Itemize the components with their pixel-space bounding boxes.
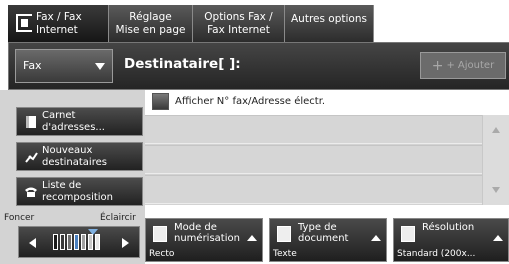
scan-mode-value: Recto xyxy=(149,249,175,259)
resolution-icon xyxy=(401,226,415,242)
list-scrollbar[interactable] xyxy=(482,115,509,205)
scroll-up-icon[interactable] xyxy=(492,127,500,133)
density-control xyxy=(18,226,140,258)
tab-label-line2: Internet xyxy=(36,24,78,36)
address-book-label-line1: Carnet xyxy=(42,109,76,121)
chevron-up-icon xyxy=(371,235,381,241)
tab-fax-options[interactable]: Options Fax / Fax Internet xyxy=(193,5,285,42)
address-book-label-line2: d'adresses... xyxy=(42,121,105,133)
resolution-button[interactable]: Résolution Standard (200x... xyxy=(393,218,509,262)
tab-label-line1: Autres options xyxy=(291,13,367,25)
redial-list-label-line1: Liste de xyxy=(42,179,82,191)
density-darker-label: Foncer xyxy=(4,213,35,223)
tab-other-options[interactable]: Autres options xyxy=(285,5,374,42)
fax-destination-bar: Fax Destinataire[ ]: + + Ajouter xyxy=(8,42,509,90)
show-fax-number-checkbox[interactable] xyxy=(152,92,169,110)
destination-label: Destinataire[ ]: xyxy=(124,56,241,72)
document-type-value: Texte xyxy=(273,249,297,259)
density-increase-icon[interactable] xyxy=(122,238,129,248)
resolution-title: Résolution xyxy=(422,222,475,233)
address-book-icon xyxy=(20,115,42,129)
document-type-icon xyxy=(277,226,291,242)
tab-label-line2: Fax Internet xyxy=(207,23,270,36)
new-recipients-button[interactable]: Nouveaux destinataires xyxy=(16,142,143,171)
tab-layout-adjustment[interactable]: Réglage Mise en page xyxy=(109,5,193,42)
document-type-title: Type de document xyxy=(298,222,349,244)
new-recipients-icon xyxy=(20,151,42,163)
scan-mode-title: Mode de numérisation xyxy=(174,222,240,244)
scan-mode-button[interactable]: Mode de numérisation Recto xyxy=(145,218,263,262)
chevron-down-icon xyxy=(95,63,105,70)
fax-type-select[interactable]: Fax xyxy=(15,49,113,83)
tab-label-line1: Réglage xyxy=(129,10,172,23)
add-button-label: Ajouter xyxy=(457,60,495,71)
address-book-button[interactable]: Carnet d'adresses... xyxy=(16,107,143,136)
tab-label-line2: Mise en page xyxy=(115,23,186,36)
add-button[interactable]: + + Ajouter xyxy=(420,52,506,79)
redial-list-button[interactable]: Liste de recomposition xyxy=(16,177,143,206)
tab-bar: Fax / Fax Internet Réglage Mise en page … xyxy=(0,0,509,42)
chevron-up-icon xyxy=(247,235,257,241)
tab-label-line1: Fax / Fax xyxy=(36,11,82,23)
chevron-up-icon xyxy=(493,235,503,241)
document-type-button[interactable]: Type de document Texte xyxy=(269,218,387,262)
new-recipients-label-line2: destinataires xyxy=(42,156,107,168)
list-item[interactable] xyxy=(145,115,482,144)
redial-list-label-line2: recomposition xyxy=(42,191,114,203)
telephone-icon xyxy=(20,186,42,198)
fax-tab-icon xyxy=(16,14,32,32)
density-decrease-icon[interactable] xyxy=(29,238,36,248)
show-fax-number-label: Afficher N° fax/Adresse électr. xyxy=(175,95,326,107)
density-scale xyxy=(53,234,100,250)
tab-label-line1: Options Fax / xyxy=(204,10,273,23)
tab-fax-internet-fax[interactable]: Fax / Fax Internet xyxy=(8,5,109,42)
resolution-value: Standard (200x... xyxy=(397,249,476,259)
recipient-list xyxy=(145,115,482,205)
show-fax-number-option[interactable]: Afficher N° fax/Adresse électr. xyxy=(152,90,325,112)
new-recipients-label-line1: Nouveaux xyxy=(42,144,93,156)
density-lighter-label: Éclaircir xyxy=(100,213,136,223)
list-item[interactable] xyxy=(145,175,482,204)
scroll-down-icon[interactable] xyxy=(492,187,500,193)
list-item[interactable] xyxy=(145,145,482,174)
plus-icon: + xyxy=(431,57,444,74)
scan-mode-icon xyxy=(153,226,167,242)
fax-type-label: Fax xyxy=(23,59,42,72)
